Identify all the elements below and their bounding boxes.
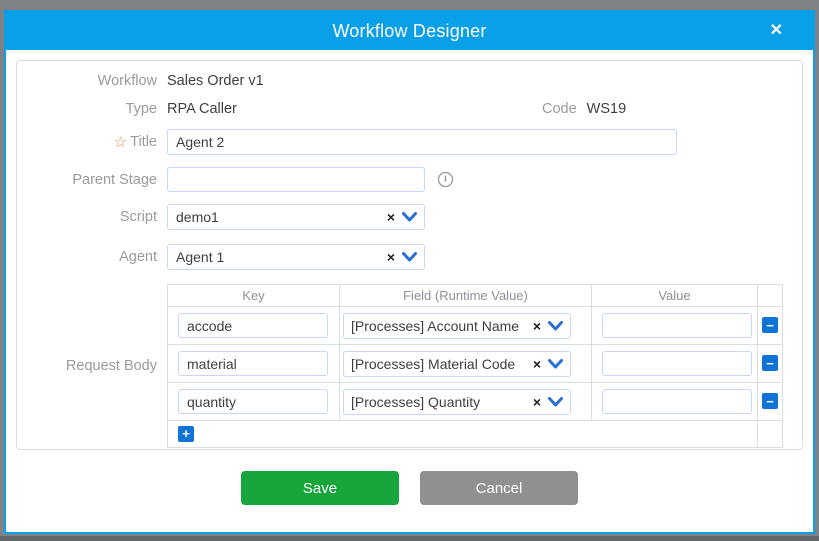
key-input[interactable]	[178, 313, 328, 338]
footer-actions-cell	[758, 421, 783, 448]
field-selected-value: [Processes] Quantity	[344, 394, 529, 410]
value-input[interactable]	[602, 351, 752, 376]
clear-icon[interactable]: ×	[529, 395, 545, 409]
title-row: ☆Title	[17, 129, 802, 155]
agent-select[interactable]: Agent 1 ×	[167, 244, 425, 270]
key-input[interactable]	[178, 351, 328, 376]
script-label: Script	[17, 209, 167, 225]
table-row: [Processes] Material Code × −	[168, 345, 783, 383]
clear-icon[interactable]: ×	[529, 319, 545, 333]
column-header-actions	[758, 285, 783, 307]
script-select[interactable]: demo1 ×	[167, 204, 425, 230]
field-select[interactable]: [Processes] Quantity ×	[343, 389, 571, 415]
column-header-key: Key	[168, 285, 340, 307]
code-value: WS19	[587, 101, 627, 117]
window-bottom-edge	[0, 536, 819, 541]
close-icon[interactable]: ✕	[770, 23, 783, 39]
chevron-down-icon[interactable]	[399, 252, 424, 262]
agent-selected-value: Agent 1	[168, 249, 383, 265]
code-group: Code WS19	[542, 99, 626, 119]
workflow-value: Sales Order v1	[167, 73, 264, 89]
table-header-row: Key Field (Runtime Value) Value	[168, 285, 783, 307]
field-selected-value: [Processes] Account Name	[344, 318, 529, 334]
field-selected-value: [Processes] Material Code	[344, 356, 529, 372]
chevron-down-icon[interactable]	[545, 321, 570, 331]
add-row-button[interactable]: +	[178, 426, 194, 442]
parent-stage-row: Parent Stage	[17, 167, 802, 192]
workflow-label: Workflow	[17, 73, 167, 89]
request-body-label: Request Body	[17, 358, 167, 374]
title-label: ☆Title	[17, 133, 167, 151]
title-input[interactable]	[167, 129, 677, 155]
remove-row-button[interactable]: −	[762, 393, 778, 409]
agent-label: Agent	[17, 249, 167, 265]
chevron-down-icon[interactable]	[399, 212, 424, 222]
parent-stage-input[interactable]	[167, 167, 425, 192]
dialog-actions: Save Cancel	[6, 471, 813, 505]
remove-row-button[interactable]: −	[762, 317, 778, 333]
script-row: Script demo1 ×	[17, 204, 802, 230]
required-star-icon: ☆	[114, 133, 127, 151]
dialog-title: Workflow Designer	[332, 21, 486, 42]
agent-row: Agent Agent 1 ×	[17, 244, 802, 270]
parent-stage-label: Parent Stage	[17, 172, 167, 188]
value-input[interactable]	[602, 389, 752, 414]
workflow-row: Workflow Sales Order v1	[17, 71, 802, 91]
table-row: [Processes] Quantity × −	[168, 383, 783, 421]
column-header-field: Field (Runtime Value)	[340, 285, 592, 307]
clear-icon[interactable]: ×	[383, 210, 399, 224]
chevron-down-icon[interactable]	[545, 359, 570, 369]
workflow-designer-dialog: Workflow Designer ✕ Workflow Sales Order…	[4, 10, 815, 534]
clear-icon[interactable]: ×	[529, 357, 545, 371]
field-select[interactable]: [Processes] Material Code ×	[343, 351, 571, 377]
type-row: Type RPA Caller Code WS19	[17, 99, 802, 119]
value-input[interactable]	[602, 313, 752, 338]
info-icon[interactable]	[437, 171, 454, 188]
form-panel: Workflow Sales Order v1 Type RPA Caller …	[16, 60, 803, 450]
code-label: Code	[542, 101, 577, 117]
column-header-value: Value	[592, 285, 758, 307]
save-button[interactable]: Save	[241, 471, 399, 505]
remove-row-button[interactable]: −	[762, 355, 778, 371]
key-input[interactable]	[178, 389, 328, 414]
request-body-table: Key Field (Runtime Value) Value [Process…	[167, 284, 783, 448]
field-select[interactable]: [Processes] Account Name ×	[343, 313, 571, 339]
table-row: [Processes] Account Name × −	[168, 307, 783, 345]
request-body-row: Request Body Key Field (Runtime Value) V…	[17, 284, 802, 448]
dialog-header: Workflow Designer ✕	[6, 12, 813, 50]
type-label: Type	[17, 101, 167, 117]
cancel-button[interactable]: Cancel	[420, 471, 578, 505]
script-selected-value: demo1	[168, 209, 383, 225]
clear-icon[interactable]: ×	[383, 250, 399, 264]
type-value: RPA Caller	[167, 101, 237, 117]
table-footer-row: +	[168, 421, 783, 448]
chevron-down-icon[interactable]	[545, 397, 570, 407]
title-label-text: Title	[130, 134, 157, 150]
